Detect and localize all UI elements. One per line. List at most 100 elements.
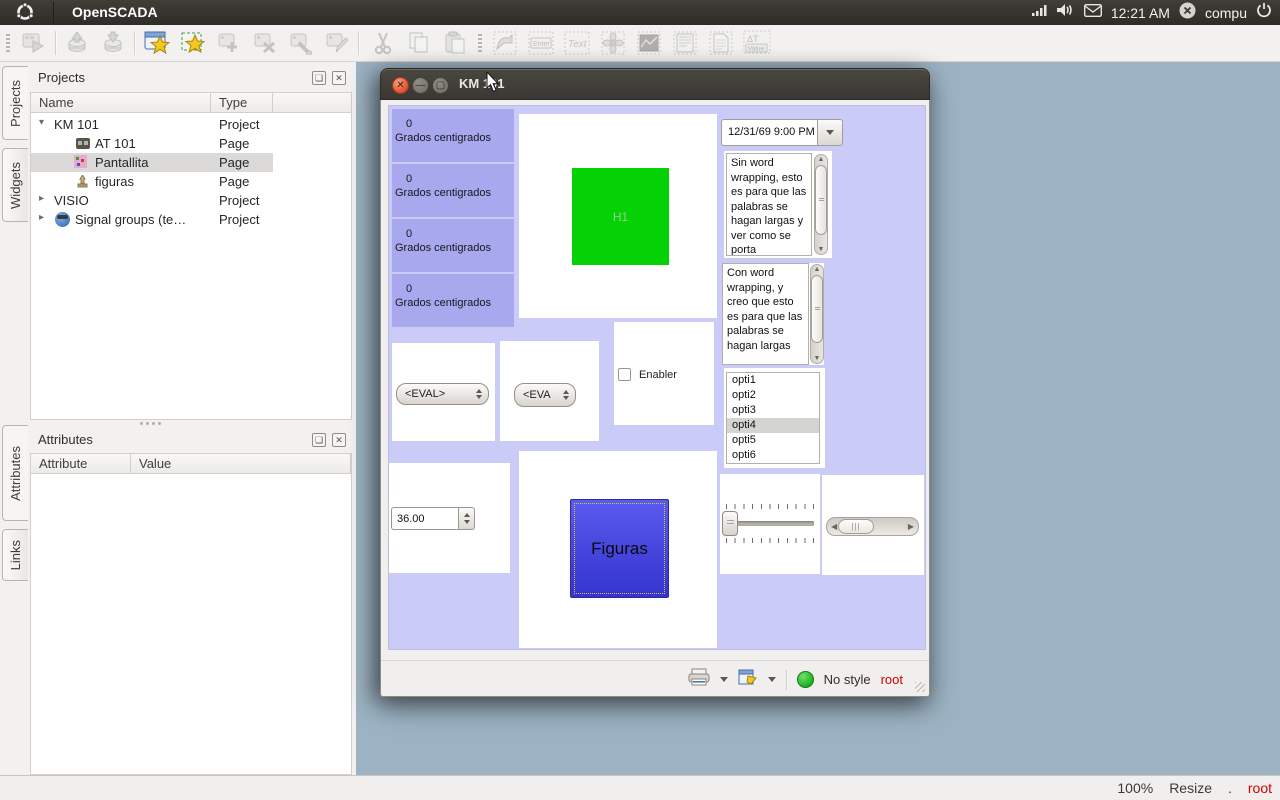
- window-titlebar[interactable]: ✕ — ▢ KM 101: [380, 68, 930, 100]
- print-button[interactable]: [688, 668, 710, 691]
- scrollbar-thumb[interactable]: [811, 275, 823, 343]
- minimize-window-button[interactable]: —: [412, 77, 429, 94]
- export-menu-chevron-icon[interactable]: [768, 677, 776, 682]
- delete-widget-button[interactable]: [250, 28, 280, 58]
- number-spinbox[interactable]: 36.00: [391, 507, 475, 530]
- expander-closed-icon[interactable]: ▸: [39, 193, 44, 204]
- clock[interactable]: 12:21 AM: [1111, 5, 1170, 21]
- scrollbar-thumb[interactable]: [815, 165, 827, 235]
- spin-down-icon[interactable]: [464, 520, 470, 524]
- horizontal-scrollbar[interactable]: ◀ ||| ▶: [826, 517, 919, 536]
- widget-form-element-icon[interactable]: Enter: [526, 28, 556, 58]
- tree-row-visio[interactable]: ▸ VISIO Project: [31, 191, 351, 210]
- cut-button[interactable]: [368, 28, 398, 58]
- close-panel-button[interactable]: ✕: [332, 433, 346, 447]
- column-header-name[interactable]: Name: [31, 93, 211, 112]
- scroll-down-icon[interactable]: ▼: [814, 246, 828, 253]
- float-panel-button[interactable]: ❏: [312, 433, 326, 447]
- close-window-button[interactable]: ✕: [392, 77, 409, 94]
- widget-protocol-icon[interactable]: [670, 28, 700, 58]
- spin-down-icon[interactable]: [563, 396, 569, 400]
- h1-green-square[interactable]: H1: [572, 168, 669, 265]
- list-item[interactable]: opti2: [727, 388, 819, 403]
- paste-button[interactable]: [440, 28, 470, 58]
- tree-row-signal-groups[interactable]: ▸ Signal groups (te… Project: [31, 210, 351, 229]
- list-item[interactable]: opti5: [727, 433, 819, 448]
- widget-media-icon[interactable]: [598, 28, 628, 58]
- widget-function-value-icon[interactable]: ΔTValue: [742, 28, 772, 58]
- vertical-scrollbar[interactable]: ▲ ▼: [814, 154, 828, 255]
- widget-shape-icon[interactable]: [490, 28, 520, 58]
- widget-properties-button[interactable]: [286, 28, 316, 58]
- widget-diagram-icon[interactable]: [634, 28, 664, 58]
- tree-row-pantallita[interactable]: Pantallita Page: [31, 153, 351, 172]
- number-value[interactable]: 36.00: [391, 507, 458, 530]
- list-item[interactable]: opti1: [727, 373, 819, 388]
- eval-spinbox[interactable]: <EVA: [514, 383, 576, 407]
- edit-widget-button[interactable]: [322, 28, 352, 58]
- float-panel-button[interactable]: ❏: [312, 71, 326, 85]
- column-header-type[interactable]: Type: [211, 93, 273, 112]
- session-indicator-icon[interactable]: [1179, 2, 1196, 24]
- datetime-value[interactable]: 12/31/69 9:00 PM: [721, 119, 817, 146]
- scroll-right-icon[interactable]: ▶: [908, 522, 914, 531]
- network-signal-icon[interactable]: [1032, 3, 1048, 22]
- mail-icon[interactable]: [1084, 4, 1102, 22]
- list-item-selected[interactable]: opti4: [727, 418, 819, 433]
- options-list[interactable]: opti1 opti2 opti3 opti4 opti5 opti6: [726, 372, 820, 464]
- new-widget-library-button[interactable]: [178, 28, 208, 58]
- run-project-button[interactable]: [18, 28, 48, 58]
- toolbar-handle[interactable]: [6, 34, 10, 52]
- new-project-button[interactable]: [142, 28, 172, 58]
- volume-icon[interactable]: [1057, 3, 1075, 22]
- text-area-wrap[interactable]: Con word wrapping, y creo que esto es pa…: [722, 263, 809, 365]
- widget-document-icon[interactable]: [706, 28, 736, 58]
- enabler-checkbox[interactable]: [618, 368, 631, 381]
- tree-row-figuras[interactable]: figuras Page: [31, 172, 351, 191]
- scroll-down-icon[interactable]: ▼: [810, 355, 824, 362]
- display-box[interactable]: 0Grados centigrados: [392, 274, 514, 327]
- dropdown-button[interactable]: [817, 119, 843, 146]
- scroll-up-icon[interactable]: ▲: [814, 156, 828, 163]
- spin-up-icon[interactable]: [464, 513, 470, 517]
- display-box[interactable]: 0Grados centigrados: [392, 219, 514, 272]
- save-to-db-button[interactable]: [98, 28, 128, 58]
- eval-combobox[interactable]: <EVAL>: [396, 383, 489, 405]
- export-image-button[interactable]: [738, 668, 758, 691]
- spin-down-icon[interactable]: [476, 395, 482, 399]
- tab-widgets[interactable]: Widgets: [2, 148, 28, 222]
- column-header-value[interactable]: Value: [131, 454, 351, 473]
- tab-projects[interactable]: Projects: [2, 66, 28, 140]
- resize-grip[interactable]: [915, 682, 925, 692]
- scroll-left-icon[interactable]: ◀: [831, 522, 837, 531]
- copy-button[interactable]: [404, 28, 434, 58]
- text-area-nowrap[interactable]: Sin word wrapping, esto es para que las …: [726, 153, 812, 256]
- ubuntu-logo-icon[interactable]: [16, 3, 34, 26]
- datetime-combobox[interactable]: 12/31/69 9:00 PM: [721, 119, 843, 146]
- widgets-toolbar-handle[interactable]: [478, 34, 482, 52]
- expander-closed-icon[interactable]: ▸: [39, 212, 44, 223]
- display-box[interactable]: 0Grados centigrados: [392, 109, 514, 162]
- spin-up-icon[interactable]: [476, 389, 482, 393]
- scrollbar-thumb[interactable]: |||: [838, 519, 874, 534]
- column-header-attribute[interactable]: Attribute: [31, 454, 131, 473]
- user-menu[interactable]: compu: [1205, 5, 1247, 21]
- page-canvas[interactable]: 0Grados centigrados 0Grados centigrados …: [388, 105, 926, 650]
- print-menu-chevron-icon[interactable]: [720, 677, 728, 682]
- tab-attributes[interactable]: Attributes: [2, 425, 28, 521]
- spin-up-icon[interactable]: [563, 390, 569, 394]
- add-widget-button[interactable]: [214, 28, 244, 58]
- figuras-button[interactable]: Figuras: [570, 499, 669, 598]
- list-item[interactable]: opti6: [727, 448, 819, 463]
- load-from-db-button[interactable]: [62, 28, 92, 58]
- tab-links[interactable]: Links: [2, 529, 28, 581]
- tree-row-at101[interactable]: AT 101 Page: [31, 134, 351, 153]
- slider-handle[interactable]: [722, 511, 738, 536]
- widget-text-icon[interactable]: Text: [562, 28, 592, 58]
- display-box[interactable]: 0Grados centigrados: [392, 164, 514, 217]
- vertical-scrollbar[interactable]: ▲ ▼: [810, 264, 824, 364]
- list-item[interactable]: opti3: [727, 403, 819, 418]
- maximize-window-button[interactable]: ▢: [432, 77, 449, 94]
- close-panel-button[interactable]: ✕: [332, 71, 346, 85]
- power-icon[interactable]: [1256, 2, 1272, 23]
